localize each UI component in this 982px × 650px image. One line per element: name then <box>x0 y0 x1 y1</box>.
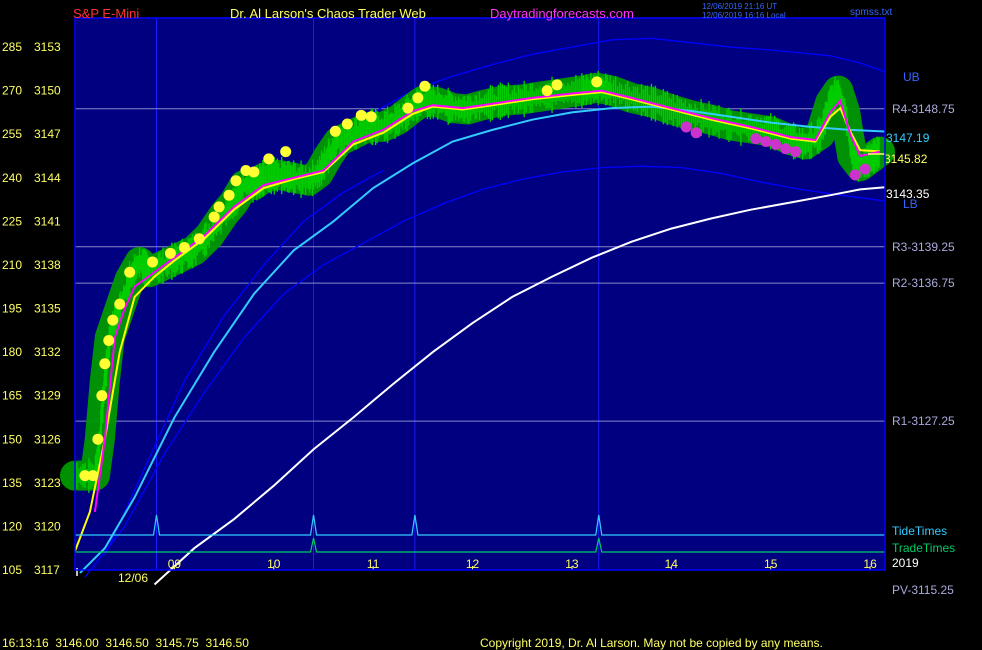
yellow-signal-dot <box>193 233 205 245</box>
y-tick-count: 180 <box>2 345 22 359</box>
copyright: Copyright 2019, Dr. Al Larson. May not b… <box>480 636 823 650</box>
level-label: R3-3139.25 <box>892 240 955 254</box>
yellow-signal-dot <box>230 175 242 187</box>
level-label: R1-3127.25 <box>892 414 955 428</box>
yellow-signal-dot <box>99 358 111 370</box>
yellow-signal-dot <box>541 85 553 97</box>
lower-band-label: LB <box>903 197 918 211</box>
site-title: Dr. Al Larson's Chaos Trader Web <box>230 6 426 21</box>
yellow-signal-dot <box>147 256 159 268</box>
yellow-signal-dot <box>124 266 136 278</box>
magenta-signal-dot <box>750 133 762 145</box>
y-tick-price: 3153 <box>34 40 61 54</box>
y-tick-count: 105 <box>2 563 22 577</box>
yellow-signal-dot <box>223 189 235 201</box>
yellow-signal-dot <box>87 470 99 482</box>
level-label: R4-3148.75 <box>892 102 955 116</box>
yellow-signal-dot <box>263 153 275 165</box>
y-tick-count: 240 <box>2 171 22 185</box>
y-tick-count: 195 <box>2 302 22 316</box>
y-tick-price: 3120 <box>34 519 61 533</box>
year-label: 2019 <box>892 556 919 570</box>
yellow-signal-dot <box>213 201 225 213</box>
yellow-signal-dot <box>402 102 414 114</box>
yellow-signal-dot <box>107 314 119 326</box>
magenta-signal-dot <box>859 163 871 175</box>
y-tick-count: 165 <box>2 389 22 403</box>
site-url: Daytradingforecasts.com <box>490 6 634 21</box>
upper-band-label: UB <box>903 70 920 84</box>
y-tick-count: 120 <box>2 519 22 533</box>
last-value-label: 3147.19 <box>886 131 930 145</box>
yellow-signal-dot <box>103 334 115 346</box>
y-tick-price: 3141 <box>34 214 61 228</box>
magenta-signal-dot <box>790 146 802 158</box>
y-tick-count: 225 <box>2 214 22 228</box>
tide-times-label: TideTimes <box>892 524 947 538</box>
y-tick-price: 3123 <box>34 476 61 490</box>
time-local: 12/06/2019 16:16 Local <box>702 11 786 20</box>
yellow-signal-dot <box>248 166 260 178</box>
yellow-signal-dot <box>412 92 424 104</box>
magenta-signal-dot <box>849 169 861 181</box>
yellow-signal-dot <box>280 146 292 158</box>
y-tick-price: 3138 <box>34 258 61 272</box>
magenta-signal-dot <box>690 127 702 139</box>
y-tick-count: 150 <box>2 432 22 446</box>
last-value-label: 3145.82 <box>884 152 928 166</box>
y-tick-price: 3135 <box>34 302 61 316</box>
y-tick-count: 210 <box>2 258 22 272</box>
yellow-signal-dot <box>551 79 563 91</box>
yellow-signal-dot <box>329 125 341 137</box>
y-tick-count: 135 <box>2 476 22 490</box>
yellow-signal-dot <box>114 298 126 310</box>
quote-readout: 16:13:16 3146.00 3146.50 3145.75 3146.50 <box>2 636 249 650</box>
level-label: R2-3136.75 <box>892 276 955 290</box>
yellow-signal-dot <box>208 211 220 223</box>
chart-svg: R4-3148.75 R3-3139.25 R2-3136.75 R1-3127.25… <box>2 2 955 650</box>
y-tick-price: 3117 <box>34 563 60 577</box>
magenta-signal-dot <box>680 121 692 133</box>
yellow-signal-dot <box>355 109 367 121</box>
level-label: PV-3115.25 <box>892 583 954 597</box>
trade-times-label: TradeTimes <box>892 541 955 555</box>
yellow-signal-dot <box>92 433 104 445</box>
y-tick-price: 3147 <box>34 127 61 141</box>
yellow-signal-dot <box>419 80 431 92</box>
y-tick-price: 3144 <box>34 171 61 185</box>
yellow-signal-dot <box>341 118 353 130</box>
yellow-signal-dot <box>96 390 108 402</box>
y-tick-price: 3150 <box>34 84 61 98</box>
yellow-signal-dot <box>164 247 176 259</box>
chart-window: R4-3148.75 R3-3139.25 R2-3136.75 R1-3127.25… <box>0 0 982 650</box>
yellow-signal-dot <box>178 242 190 254</box>
y-tick-price: 3129 <box>34 389 61 403</box>
y-tick-count: 285 <box>2 40 22 54</box>
magenta-signal-dot <box>770 138 782 150</box>
y-tick-count: 270 <box>2 84 22 98</box>
time-utc: 12/06/2019 21:16 UT <box>702 2 777 11</box>
y-tick-price: 3126 <box>34 432 61 446</box>
symbol-title: S&P E-Mini <box>73 6 139 21</box>
y-tick-price: 3132 <box>34 345 61 359</box>
yellow-signal-dot <box>365 111 377 123</box>
date-label: 12/06 <box>118 571 148 585</box>
y-tick-count: 255 <box>2 127 22 141</box>
magenta-signal-dot <box>780 143 792 155</box>
magenta-signal-dot <box>760 135 772 147</box>
yellow-signal-dot <box>591 76 603 88</box>
data-file-name: spmss.txt <box>850 7 892 18</box>
